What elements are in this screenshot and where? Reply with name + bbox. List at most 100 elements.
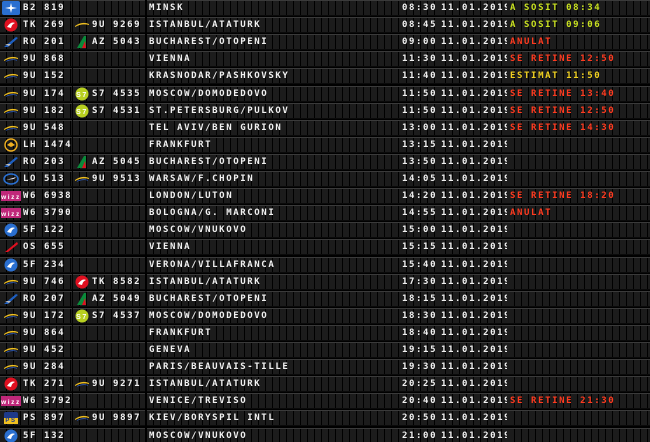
flight-row: RO 201 AZ 5043 BUCHAREST/OTOPENI 09:00 11.01…: [0, 34, 650, 51]
scheduled-time: 11:30: [400, 51, 438, 68]
scheduled-time: 15:15: [400, 239, 438, 256]
flight-code: TK 269: [22, 17, 72, 34]
scheduled-time: 14:05: [400, 171, 438, 187]
air-moldova-icon: [74, 379, 90, 389]
scheduled-time: 08:45: [400, 17, 438, 34]
flight-code: RO 207: [22, 290, 72, 307]
flight-code: 9U 452: [22, 342, 72, 358]
flight-row: 9U 284 PARIS/BEAUVAIS-TILLE 19:30 11.01.201…: [0, 359, 650, 376]
flight-date: 11.01.2019: [439, 171, 507, 187]
airline-logo: [0, 85, 22, 102]
flight-code: 9U 284: [22, 359, 72, 376]
flight-row: B2 819 MINSK 08:30 11.01.2019 A SOSIT 08:34: [0, 0, 650, 16]
airline-logo: PS: [0, 410, 22, 427]
flight-status: [508, 136, 650, 153]
airline-logo: [0, 17, 22, 34]
codeshare-logo: [73, 153, 91, 170]
scheduled-time: 20:50: [400, 410, 438, 427]
wizz-air-icon: wizz: [1, 207, 21, 219]
lot-icon: [2, 172, 20, 186]
airline-logo: [0, 256, 22, 273]
airline-logo: [0, 273, 22, 290]
flight-status: ANULAT: [508, 205, 650, 222]
s7-icon: S7: [75, 87, 89, 101]
flight-row: LH 1474 FRANKFURT 13:15 11.01.2019: [0, 136, 650, 153]
airline-logo: [0, 342, 22, 358]
flight-status: [508, 359, 650, 376]
scheduled-time: 14:20: [400, 188, 438, 205]
scheduled-time: 13:00: [400, 119, 438, 136]
svg-text:S7: S7: [76, 314, 88, 321]
svg-text:S7: S7: [76, 109, 88, 116]
air-moldova-icon: [3, 89, 19, 99]
flight-status: SE RETINE 13:40: [508, 85, 650, 102]
air-moldova-icon: [3, 311, 19, 321]
svg-text:wizz: wizz: [1, 399, 21, 406]
airline-logo: [0, 153, 22, 170]
flight-code: 5F 234: [22, 256, 72, 273]
flight-code: W6 6938: [22, 188, 72, 205]
codeshare-logo: [73, 273, 91, 290]
wizz-air-icon: wizz: [1, 395, 21, 407]
airline-logo: [0, 222, 22, 239]
codeshare-code: [91, 51, 145, 68]
air-moldova-icon: [3, 54, 19, 64]
airline-logo: [0, 68, 22, 85]
codeshare-code: [91, 68, 145, 85]
codeshare-code: TK 8582: [91, 273, 145, 290]
airline-logo: wizz: [0, 205, 22, 222]
flight-status: SE RETINE 12:50: [508, 102, 650, 119]
flight-status: [508, 307, 650, 324]
airline-logo: [0, 51, 22, 68]
flight-status: SE RETINE 12:50: [508, 51, 650, 68]
flight-date: 11.01.2019: [439, 239, 507, 256]
flight-date: 11.01.2019: [439, 359, 507, 376]
codeshare-code: AZ 5043: [91, 34, 145, 51]
codeshare-code: [91, 188, 145, 205]
airline-logo: wizz: [0, 393, 22, 410]
codeshare-logo: [73, 376, 91, 393]
flight-code: LH 1474: [22, 136, 72, 153]
flight-code: TK 271: [22, 376, 72, 393]
ukraine-intl-icon: PS: [3, 411, 19, 425]
scheduled-time: 18:40: [400, 324, 438, 341]
flight-status: A SOSIT 08:34: [508, 0, 650, 16]
codeshare-logo: [73, 290, 91, 307]
flight-row: 5F 122 MOSCOW/VNUKOVO 15:00 11.01.2019: [0, 222, 650, 239]
codeshare-logo: [73, 51, 91, 68]
turkish-airlines-icon: [3, 377, 19, 391]
codeshare-code: [91, 324, 145, 341]
flight-row: 9U 174 S7 S7 4535 MOSCOW/DOMODEDOVO 11:50 11.…: [0, 85, 650, 102]
scheduled-time: 21:00: [400, 427, 438, 442]
rossiya-icon: [4, 258, 18, 272]
air-moldova-icon: [3, 345, 19, 355]
flight-status: [508, 153, 650, 170]
codeshare-code: AZ 5045: [91, 153, 145, 170]
codeshare-logo: [73, 205, 91, 222]
flight-code: RO 203: [22, 153, 72, 170]
flight-code: LO 513: [22, 171, 72, 187]
flight-code: RO 201: [22, 34, 72, 51]
flight-date: 11.01.2019: [439, 307, 507, 324]
flight-date: 11.01.2019: [439, 102, 507, 119]
flight-date: 11.01.2019: [439, 136, 507, 153]
flight-row: PS PS 897 9U 9897 KIEV/BORYSPIL INTL 20:50 11…: [0, 410, 650, 427]
flight-date: 11.01.2019: [439, 393, 507, 410]
airline-logo: [0, 307, 22, 324]
flight-date: 11.01.2019: [439, 34, 507, 51]
flight-date: 11.01.2019: [439, 342, 507, 358]
belavia-icon: [2, 1, 20, 15]
codeshare-logo: [73, 136, 91, 153]
flight-row: TK 271 9U 9271 ISTANBUL/ATATURK 20:25 11.01.…: [0, 376, 650, 393]
flight-status: A SOSIT 09:06: [508, 17, 650, 34]
svg-text:PS: PS: [5, 418, 16, 424]
airline-logo: [0, 427, 22, 442]
scheduled-time: 11:50: [400, 102, 438, 119]
codeshare-code: 9U 9513: [91, 171, 145, 187]
codeshare-code: 9U 9271: [91, 376, 145, 393]
alitalia-icon: [74, 155, 90, 169]
codeshare-code: [91, 342, 145, 358]
codeshare-code: S7 4537: [91, 307, 145, 324]
codeshare-code: [91, 205, 145, 222]
scheduled-time: 18:30: [400, 307, 438, 324]
